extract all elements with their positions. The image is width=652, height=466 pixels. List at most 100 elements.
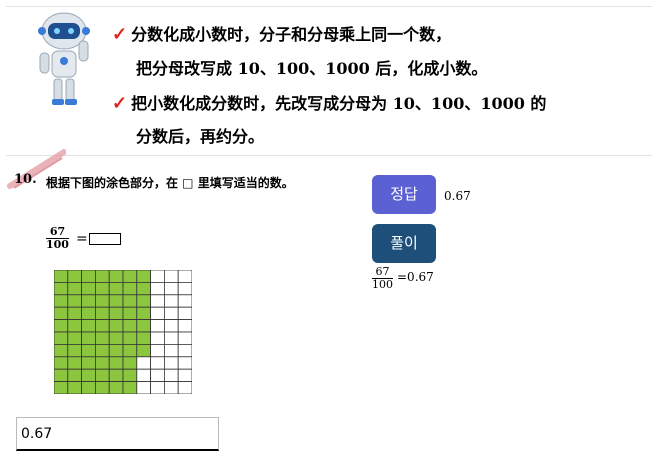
grid-cell-shaded <box>67 294 83 308</box>
grid-cell-shaded <box>81 381 96 394</box>
hundred-grid <box>54 270 192 394</box>
grid-cell <box>177 294 192 308</box>
grid-cell-shaded <box>122 294 138 308</box>
grid-cell-shaded <box>67 331 83 345</box>
grid-cell-shaded <box>108 319 124 333</box>
grid-cell-shaded <box>108 368 124 382</box>
grid-cell-shaded <box>108 356 124 370</box>
grid-cell <box>150 331 165 345</box>
grid-cell-shaded <box>54 356 69 370</box>
tip-line-4: 分数后，再约分。 <box>136 123 264 147</box>
grid-cell-shaded <box>122 270 138 283</box>
solution-fraction: 67 100 <box>372 266 393 291</box>
grid-cell <box>150 281 165 296</box>
grid-cell <box>164 306 179 321</box>
answer-input[interactable] <box>16 417 219 451</box>
grid-cell-shaded <box>54 306 69 321</box>
grid-cell <box>136 356 152 370</box>
grid-cell-shaded <box>95 381 110 394</box>
grid-cell-shaded <box>67 306 83 321</box>
grid-cell-shaded <box>108 294 124 308</box>
grid-cell-shaded <box>95 306 110 321</box>
answer-blank-box <box>89 233 121 245</box>
grid-cell-shaded <box>81 294 96 308</box>
grid-cell-shaded <box>122 381 138 394</box>
grid-cell-shaded <box>95 270 110 283</box>
grid-cell <box>164 356 179 370</box>
grid-cell-shaded <box>122 344 138 358</box>
grid-cell <box>177 381 192 394</box>
fraction: 67 100 <box>46 226 69 251</box>
grid-cell-shaded <box>95 294 110 308</box>
check-icon: ✓ <box>112 24 128 45</box>
question-text: 根据下图的涂色部分，在 □ 里填写适当的数。 <box>46 176 294 190</box>
grid-cell-shaded <box>136 281 152 296</box>
grid-cell <box>177 344 192 358</box>
grid-cell <box>164 381 179 394</box>
tip-text-1: 分数化成小数时，分子和分母乘上同一个数， <box>131 25 452 44</box>
grid-cell-shaded <box>67 281 83 296</box>
grid-cell-shaded <box>67 270 83 283</box>
grid-cell <box>164 319 179 333</box>
grid-cell-shaded <box>54 319 69 333</box>
solution-text: =0.67 <box>397 270 434 284</box>
solution-numerator: 67 <box>375 265 390 278</box>
grid-cell <box>164 368 179 382</box>
robot-mascot-icon <box>38 12 90 105</box>
grid-cell-shaded <box>81 281 96 296</box>
grid-cell <box>150 344 165 358</box>
grid-cell <box>150 356 165 370</box>
grid-cell-shaded <box>95 344 110 358</box>
grid-cell-shaded <box>136 294 152 308</box>
grid-cell-shaded <box>136 270 152 283</box>
grid-cell-shaded <box>81 331 96 345</box>
grid-cell-shaded <box>122 319 138 333</box>
grid-cell-shaded <box>108 281 124 296</box>
grid-cell <box>177 319 192 333</box>
tip-text-2: 把分母改写成 10、100、1000 后，化成小数。 <box>136 59 488 78</box>
grid-cell-shaded <box>108 331 124 345</box>
answer-button[interactable]: 정답 <box>372 175 436 214</box>
grid-cell-shaded <box>81 270 96 283</box>
grid-cell <box>136 381 152 394</box>
grid-cell <box>150 319 165 333</box>
grid-cell-shaded <box>95 368 110 382</box>
grid-cell-shaded <box>122 306 138 321</box>
grid-cell-shaded <box>95 331 110 345</box>
grid-cell <box>177 306 192 321</box>
tip-text-4: 分数后，再约分。 <box>136 127 265 146</box>
tip-line-1: ✓ 分数化成小数时，分子和分母乘上同一个数， <box>112 21 451 45</box>
tip-line-3: ✓ 把小数化成分数时，先改写成分母为 10、100、1000 的 <box>112 90 546 114</box>
grid-cell-shaded <box>136 319 152 333</box>
grid-cell <box>164 294 179 308</box>
grid-cell <box>164 270 179 283</box>
grid-cell-shaded <box>67 344 83 358</box>
check-icon: ✓ <box>112 93 128 114</box>
grid-cell-shaded <box>67 368 83 382</box>
grid-cell-shaded <box>108 344 124 358</box>
grid-cell <box>150 381 165 394</box>
grid-cell <box>150 294 165 308</box>
grid-cell <box>150 270 165 283</box>
grid-cell-shaded <box>136 331 152 345</box>
grid-cell-shaded <box>54 368 69 382</box>
grid-cell <box>164 331 179 345</box>
grid-cell-shaded <box>54 344 69 358</box>
grid-cell-shaded <box>136 344 152 358</box>
grid-cell-shaded <box>81 356 96 370</box>
grid-cell <box>164 344 179 358</box>
grid-cell-shaded <box>67 381 83 394</box>
grid-cell-shaded <box>67 319 83 333</box>
grid-cell-shaded <box>108 270 124 283</box>
grid-cell-shaded <box>54 281 69 296</box>
grid-cell-shaded <box>136 306 152 321</box>
grid-cell-shaded <box>108 381 124 394</box>
explanation-button[interactable]: 풀이 <box>372 224 436 263</box>
grid-cell-shaded <box>122 368 138 382</box>
grid-cell <box>177 368 192 382</box>
grid-cell <box>150 368 165 382</box>
fraction-numerator: 67 <box>49 225 66 238</box>
solution-denominator: 100 <box>372 278 393 291</box>
grid-cell-shaded <box>54 381 69 394</box>
grid-cell-shaded <box>54 270 69 283</box>
